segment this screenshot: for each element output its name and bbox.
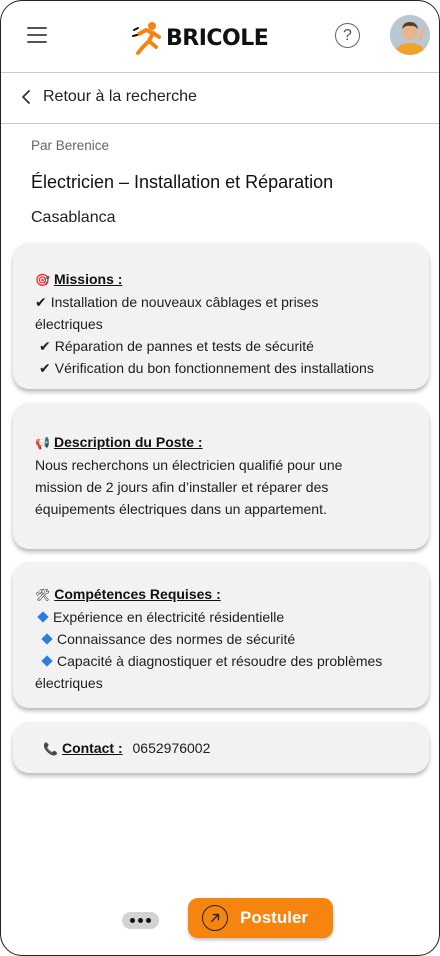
chevron-left-icon [22,90,30,104]
job-title: Électricien – Installation et Réparation [31,172,334,192]
mission-text: Installation de nouveaux câblages et pri… [50,294,319,310]
blue-diamond-icon [37,611,49,623]
list-item: Expérience en électricité résidentielle [35,606,407,628]
help-symbol: ? [343,26,352,44]
list-item-continued: électriques [35,316,103,332]
phone-icon: 📞 [43,742,58,756]
description-line: Nous recherchons un électricien qualifié… [35,457,343,473]
megaphone-icon: 📢 [35,436,50,450]
job-city: Casablanca [31,209,116,226]
apply-label: Postuler [240,908,309,927]
skill-text: Connaissance des normes de sécurité [57,631,296,647]
nav-divider [1,123,439,124]
skill-text: Capacité à diagnostiquer et résoudre des… [57,653,383,669]
blue-diamond-icon [41,655,53,667]
description-heading: Description du Poste : [53,434,203,450]
arrow-up-right-icon [202,905,228,931]
avatar[interactable] [390,15,430,55]
app-header: BRICOLE ? [1,1,439,73]
description-line: équipements électriques dans un appartem… [35,501,327,517]
check-icon: ✔ [39,360,51,376]
description-line: mission de 2 jours afin d’installer et r… [35,479,329,495]
list-item: ✔ Vérification du bon fonctionnement des … [35,357,407,379]
blue-diamond-icon [41,633,53,645]
back-to-search-button[interactable]: Retour à la recherche [19,85,197,109]
missions-card: 🎯 Missions : ✔ Installation de nouveaux câ… [13,243,429,389]
skills-card: 🛠 Compétences Requises : Expérience en él… [13,562,429,708]
header-divider [1,72,439,73]
list-item: Connaissance des normes de sécurité [35,628,407,650]
tools-icon: 🛠 [35,588,51,602]
job-author: Par Berenice [31,138,110,153]
phone-frame: BRICOLE ? Retour à la recherche Par Bere… [0,0,440,956]
missions-heading-row: 🎯 Missions : [35,268,407,291]
skills-heading-row: 🛠 Compétences Requises : [35,583,407,606]
list-item: ✔ Réparation de pannes et tests de sécuri… [35,335,407,357]
mission-text: Vérification du bon fonctionnement des i… [54,360,374,376]
runner-logo-icon [132,22,161,55]
list-item: ✔ Installation de nouveaux câblages et pr… [35,291,407,313]
help-icon[interactable]: ? [335,23,360,48]
missions-heading: Missions : [53,271,123,287]
brand-logo[interactable]: BRICOLE [132,20,269,56]
contact-phone[interactable]: 0652976002 [133,740,211,756]
description-card: 📢 Description du Poste : Nous recherchons… [13,403,429,549]
more-options-button[interactable] [122,912,159,929]
check-icon: ✔ [39,338,51,354]
list-item: Capacité à diagnostiquer et résoudre des… [35,650,407,672]
description-heading-row: 📢 Description du Poste : [35,431,407,454]
mission-text: Réparation de pannes et tests de sécurit… [54,338,314,354]
contact-card: 📞 Contact : 0652976002 [13,722,429,773]
apply-button[interactable]: Postuler [188,898,333,938]
brand-name: BRICOLE [166,25,269,51]
contact-row: 📞 Contact : 0652976002 [43,737,407,760]
menu-icon[interactable] [27,27,47,43]
skill-text: Expérience en électricité résidentielle [53,609,285,625]
check-icon: ✔ [35,294,47,310]
list-item-continued: électriques [35,675,103,691]
back-label: Retour à la recherche [43,88,197,105]
skills-heading: Compétences Requises : [54,586,221,602]
target-icon: 🎯 [35,273,50,287]
user-avatar-icon [390,15,430,55]
contact-heading: Contact : [61,740,123,756]
